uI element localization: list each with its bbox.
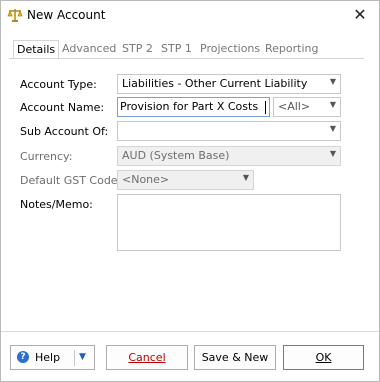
tab-stp-2[interactable]: STP 2 — [119, 40, 156, 57]
account-name-label: Account Name: — [20, 101, 105, 114]
currency-label: Currency: — [20, 150, 73, 163]
account-name-value: Provision for Part X Costs — [120, 100, 259, 113]
notes-memo-textarea[interactable] — [117, 194, 341, 251]
notes-memo-label: Notes/Memo: — [20, 198, 93, 211]
default-gst-code-select: <None> ▼ — [117, 170, 254, 190]
chevron-down-icon: ▼ — [329, 149, 336, 158]
help-icon: ? — [17, 351, 29, 363]
account-type-label: Account Type: — [20, 78, 97, 91]
window-title: New Account — [27, 8, 106, 22]
tab-details[interactable]: Details — [13, 40, 60, 58]
text-caret — [265, 101, 266, 114]
chevron-down-icon: ▼ — [329, 100, 336, 109]
ok-label: OK — [315, 351, 332, 364]
cancel-button[interactable]: Cancel — [106, 345, 188, 370]
help-label: Help — [35, 351, 61, 364]
sub-account-of-select[interactable]: ▼ — [117, 121, 341, 141]
cancel-label: Cancel — [128, 351, 166, 364]
tab-reporting[interactable]: Reporting — [262, 40, 321, 57]
chevron-down-icon: ▼ — [329, 77, 336, 86]
footer-divider — [1, 331, 379, 332]
default-gst-code-value: <None> — [122, 173, 170, 186]
scales-icon — [7, 9, 23, 22]
ok-button[interactable]: OK — [283, 345, 364, 370]
help-dropdown-icon[interactable]: ▼ — [79, 346, 86, 369]
save-and-new-label: Save & New — [201, 351, 269, 364]
title-bar: New Account ✕ — [1, 1, 379, 31]
tab-stp-1[interactable]: STP 1 — [158, 40, 195, 57]
account-type-select[interactable]: Liabilities - Other Current Liability ▼ — [117, 74, 341, 94]
default-gst-code-label: Default GST Code: — [20, 174, 122, 187]
new-account-dialog: New Account ✕ Details Advanced STP 2 STP… — [0, 0, 380, 382]
tab-projections[interactable]: Projections — [197, 40, 263, 57]
close-icon[interactable]: ✕ — [349, 4, 371, 26]
currency-value: AUD (System Base) — [122, 149, 230, 162]
chevron-down-icon: ▼ — [329, 124, 336, 133]
help-button[interactable]: ? Help ▼ — [10, 345, 95, 370]
account-type-value: Liabilities - Other Current Liability — [122, 77, 308, 90]
account-name-scope-value: <All> — [278, 100, 311, 113]
save-and-new-button[interactable]: Save & New — [194, 345, 276, 370]
sub-account-of-label: Sub Account Of: — [20, 125, 109, 138]
account-name-scope-select[interactable]: <All> ▼ — [273, 97, 341, 117]
chevron-down-icon: ▼ — [242, 173, 249, 182]
account-name-input[interactable]: Provision for Part X Costs — [117, 97, 270, 117]
currency-select: AUD (System Base) ▼ — [117, 146, 341, 166]
tab-advanced[interactable]: Advanced — [59, 40, 119, 57]
help-split-divider — [74, 350, 75, 366]
